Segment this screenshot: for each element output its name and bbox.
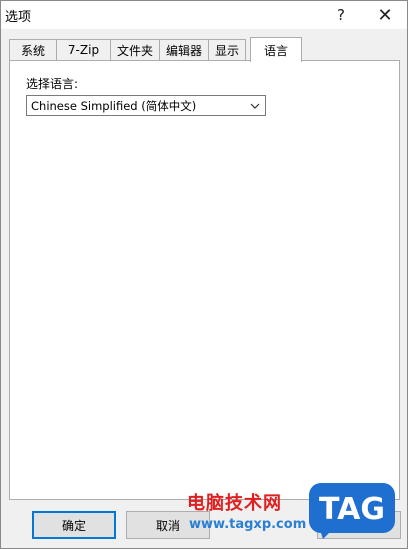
language-label: 选择语言: — [26, 77, 79, 91]
tab-system[interactable]: 系统 — [9, 39, 57, 60]
tab-7zip[interactable]: 7-Zip — [56, 39, 111, 60]
close-icon[interactable]: ✕ — [363, 1, 407, 29]
svg-text:TAG: TAG — [319, 492, 385, 527]
chevron-down-icon — [247, 96, 263, 115]
ok-button[interactable]: 确定 — [32, 511, 116, 539]
tab-editor[interactable]: 编辑器 — [159, 39, 209, 60]
language-select[interactable]: Chinese Simplified (简体中文) — [26, 95, 266, 116]
tab-display[interactable]: 显示 — [208, 39, 246, 60]
title-bar: 选项 ? ✕ — [1, 1, 407, 29]
help-icon[interactable]: ? — [319, 1, 363, 29]
options-dialog: 选项 ? ✕ 系统 7-Zip 文件夹 编辑器 显示 语言 选择语言: Chin… — [0, 0, 408, 549]
tab-folders[interactable]: 文件夹 — [110, 39, 160, 60]
language-panel: 选择语言: Chinese Simplified (简体中文) — [9, 60, 400, 500]
window-title: 选项 — [5, 10, 32, 25]
watermark-site-name: 电脑技术网 — [187, 493, 282, 514]
tab-language[interactable]: 语言 — [250, 37, 302, 62]
language-select-value: Chinese Simplified (简体中文) — [31, 99, 197, 113]
watermark-url: www.tagxp.com — [189, 517, 307, 532]
tag-logo: TAG — [309, 483, 395, 539]
